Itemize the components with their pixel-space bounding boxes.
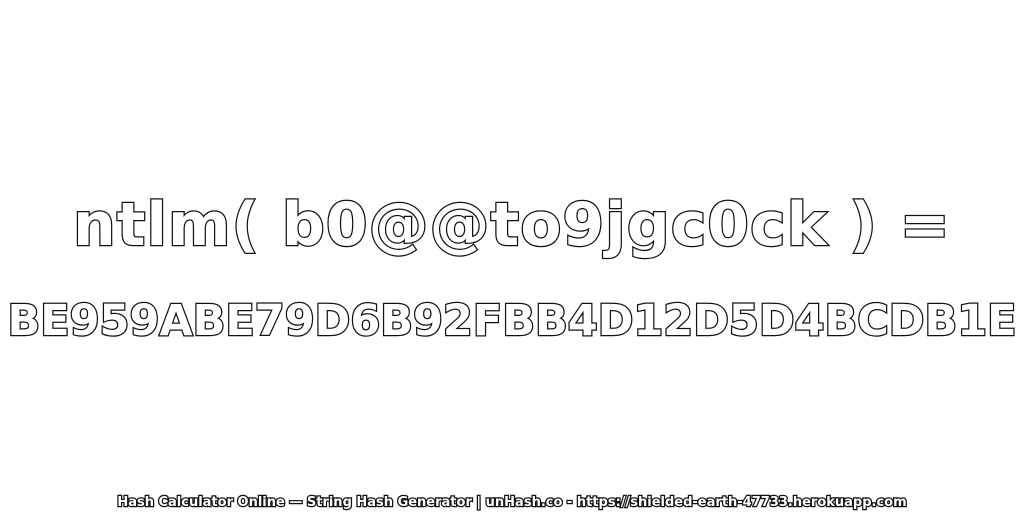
hash-result-canvas: ntlm( b0@@to9jgc0ck ) = BE959ABE79D6B92F… bbox=[0, 0, 1024, 512]
footer-credit: Hash Calculator Online — String Hash Gen… bbox=[116, 494, 908, 512]
hash-value: BE959ABE79D6B92FBB4D12D5D4BCDB1E bbox=[6, 295, 1018, 348]
hash-expression: ntlm( b0@@to9jgc0ck ) = bbox=[72, 189, 951, 262]
